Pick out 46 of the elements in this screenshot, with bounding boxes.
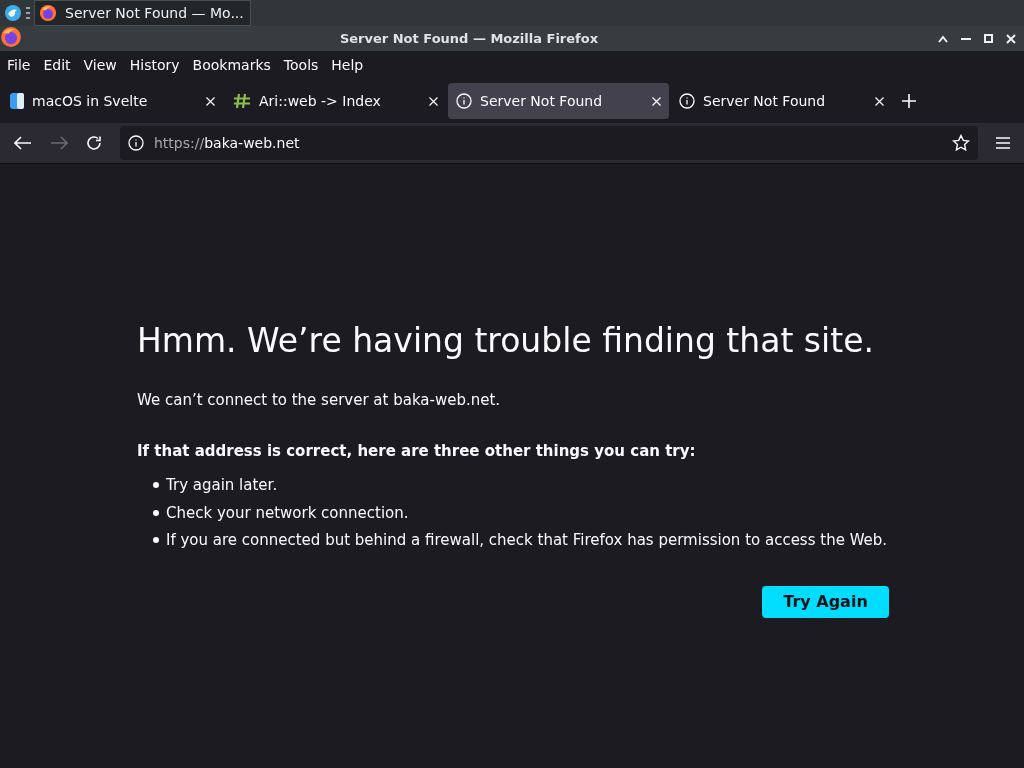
bullet-icon (153, 537, 159, 544)
menu-item[interactable]: File (7, 54, 31, 76)
info-icon (679, 93, 695, 109)
bullet-icon (153, 482, 159, 489)
info-icon (456, 93, 472, 109)
browser-tab[interactable]: macOS in Svelte (2, 83, 223, 119)
tab-title: Ari::web -> Index (259, 91, 382, 111)
plus-icon[interactable] (902, 94, 916, 108)
task-button[interactable]: Server Not Found — Mo... (34, 0, 251, 26)
try-again-button[interactable]: Try Again (762, 585, 889, 618)
firefox-icon (0, 26, 22, 48)
menu-item[interactable]: Edit (43, 54, 71, 76)
star-icon[interactable] (952, 134, 970, 152)
firefox-icon (39, 4, 57, 22)
tab-title: macOS in Svelte (32, 91, 149, 111)
suggestion-text: Try again later. (166, 475, 278, 496)
hash-icon (233, 93, 251, 109)
keep-above-icon[interactable] (938, 34, 948, 43)
browser-tab[interactable]: Ari::web -> Index (225, 83, 446, 119)
suggestion-text: If you are connected but behind a firewall, check that Firefox has permission to access the Web. (166, 530, 888, 551)
tab-title: Server Not Found (703, 91, 827, 111)
handle-icon[interactable] (26, 7, 30, 19)
bird-icon[interactable] (4, 4, 22, 22)
tab-title: Server Not Found (480, 91, 604, 111)
reload-icon[interactable] (86, 135, 102, 151)
address-bar[interactable]: https://baka-web.net (120, 126, 978, 160)
window-title: Server Not Found — Mozilla Firefox (339, 29, 599, 48)
menu-item[interactable]: Tools (283, 54, 319, 76)
close-icon[interactable] (1006, 33, 1016, 44)
browser-tab[interactable]: Server Not Found (671, 83, 892, 119)
menu-item[interactable]: Help (331, 54, 364, 76)
bullet-icon (153, 509, 159, 516)
error-message: We can’t connect to the server at baka-web.net. (137, 390, 502, 411)
error-heading: Hmm. We’re having trouble finding that site. (137, 321, 875, 361)
browser-tab[interactable]: Server Not Found (448, 83, 669, 119)
menu-item[interactable]: History (129, 54, 180, 76)
menu-icon[interactable] (996, 137, 1010, 149)
maximize-icon[interactable] (984, 34, 993, 43)
url-text: https://baka-web.net (154, 133, 301, 153)
menu-item[interactable]: Bookmarks (192, 54, 271, 76)
task-title: Server Not Found — Mo... (65, 3, 244, 23)
back-arrow-icon[interactable] (14, 136, 32, 150)
suggestion-text: Check your network connection. (166, 502, 409, 524)
suggestions-heading: If that address is correct, here are three other things you can try: (137, 440, 697, 462)
info-icon (128, 135, 144, 151)
menu-item[interactable]: View (83, 54, 117, 76)
